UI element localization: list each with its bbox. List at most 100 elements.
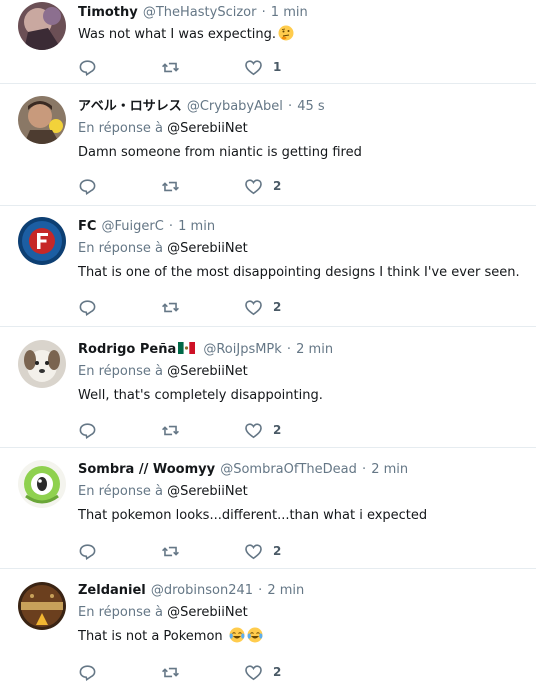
tweet-feed: Timothy @TheHastyScizor · 1 min Was not … [0,0,536,690]
thinking-face-icon [278,25,294,41]
reply-button[interactable] [78,55,97,79]
reply-prefix: En réponse à [78,605,163,620]
reply-button[interactable] [78,174,97,198]
user-handle[interactable]: @drobinson241 [151,583,253,598]
reply-button[interactable] [78,418,97,442]
reply-button[interactable] [78,660,97,684]
tweet-text: That is not a Pokemon [78,626,528,648]
display-name[interactable]: アベル・ロサレス [78,99,182,114]
reply-icon [79,664,96,681]
like-icon [245,178,262,194]
retweet-button[interactable] [161,539,180,563]
reply-icon [79,422,96,439]
display-name[interactable]: Zeldaniel [78,583,146,598]
like-button[interactable]: 2 [244,539,281,563]
reply-prefix: En réponse à [78,241,163,256]
tweet-text: That pokemon looks...different...than wh… [78,508,428,523]
like-count: 2 [273,300,282,314]
reply-context: En réponse à @SerebiiNet [78,238,528,260]
tweet-actions: 2 [78,660,338,684]
avatar[interactable] [18,217,66,265]
avatar[interactable] [18,582,66,630]
retweet-button[interactable] [161,660,180,684]
tweet-text-content: Was not what I was expecting. [78,27,277,42]
tweet-actions: 2 [78,295,338,319]
tweet[interactable]: アベル・ロサレス @CrybabyAbel · 45 s En réponse … [0,84,536,206]
tears-of-joy-icon [247,627,263,643]
tweet[interactable]: Sombra // Woomyy @SombraOfTheDead · 2 mi… [0,448,536,569]
reply-button[interactable] [78,539,97,563]
tweet-text: Well, that's completely disappointing. [78,388,323,403]
retweet-icon [162,667,179,677]
tweet-text: Was not what I was expecting. [78,24,528,46]
separator-dot: · [287,99,293,114]
retweet-icon [162,425,179,435]
user-handle[interactable]: @TheHastyScizor [143,5,257,20]
tweet-actions: 2 [78,174,338,198]
like-button[interactable]: 2 [244,418,281,442]
reply-to-handle[interactable]: @SerebiiNet [167,605,248,620]
like-count: 1 [273,60,282,74]
retweet-icon [162,302,179,312]
reply-context: En réponse à @SerebiiNet [78,118,528,140]
timestamp[interactable]: 1 min [178,219,215,234]
timestamp[interactable]: 2 min [371,462,408,477]
user-handle[interactable]: @CrybabyAbel [187,99,283,114]
user-handle[interactable]: @SombraOfTheDead [220,462,357,477]
tweet-text: Damn someone from niantic is getting fir… [78,145,362,160]
reply-context: En réponse à @SerebiiNet [78,361,528,383]
avatar[interactable] [18,460,66,508]
retweet-icon [162,62,179,72]
like-icon [245,422,262,438]
reply-context: En réponse à @SerebiiNet [78,481,528,503]
tweet[interactable]: Timothy @TheHastyScizor · 1 min Was not … [0,0,536,84]
separator-dot: · [258,583,263,598]
retweet-button[interactable] [161,418,180,442]
reply-to-handle[interactable]: @SerebiiNet [167,484,248,499]
retweet-button[interactable] [161,174,180,198]
tweet[interactable]: FC @FuigerC · 1 min En réponse à @Serebi… [0,206,536,327]
reply-icon [79,299,96,316]
retweet-icon [162,546,179,556]
like-icon [245,543,262,559]
avatar[interactable] [18,340,66,388]
tweet-actions: 2 [78,418,338,442]
reply-icon [79,178,96,195]
tweet[interactable]: Zeldaniel @drobinson241 · 2 min En répon… [0,569,536,690]
retweet-button[interactable] [161,55,180,79]
timestamp[interactable]: 2 min [267,583,304,598]
like-button[interactable]: 1 [244,55,281,79]
separator-dot: · [261,5,266,20]
reply-icon [79,59,96,76]
like-icon [245,59,262,75]
avatar[interactable] [18,96,66,144]
tweet-text: That is one of the most disappointing de… [78,265,520,280]
like-button[interactable]: 2 [244,174,281,198]
tweet-actions: 2 [78,539,338,563]
display-name[interactable]: Rodrigo Peña [78,342,176,357]
reply-prefix: En réponse à [78,364,163,379]
timestamp[interactable]: 45 s [297,99,324,114]
user-handle[interactable]: @RoiJpsMPk [203,342,281,357]
like-button[interactable]: 2 [244,295,281,319]
reply-to-handle[interactable]: @SerebiiNet [167,121,248,136]
tweet[interactable]: Rodrigo Peña @RoiJpsMPk · 2 min En répon… [0,327,536,448]
like-count: 2 [273,544,282,558]
reply-to-handle[interactable]: @SerebiiNet [167,364,248,379]
reply-to-handle[interactable]: @SerebiiNet [167,241,248,256]
like-count: 2 [273,423,282,437]
display-name[interactable]: FC [78,219,96,234]
reply-prefix: En réponse à [78,121,163,136]
display-name[interactable]: Sombra // Woomyy [78,462,215,477]
avatar[interactable] [18,2,66,50]
reply-button[interactable] [78,295,97,319]
reply-icon [79,543,96,560]
like-icon [245,664,262,680]
user-handle[interactable]: @FuigerC [102,219,164,234]
retweet-button[interactable] [161,295,180,319]
display-name[interactable]: Timothy [78,5,138,20]
timestamp[interactable]: 2 min [296,342,333,357]
tears-of-joy-icon [229,627,245,643]
timestamp[interactable]: 1 min [271,5,308,20]
like-button[interactable]: 2 [244,660,281,684]
